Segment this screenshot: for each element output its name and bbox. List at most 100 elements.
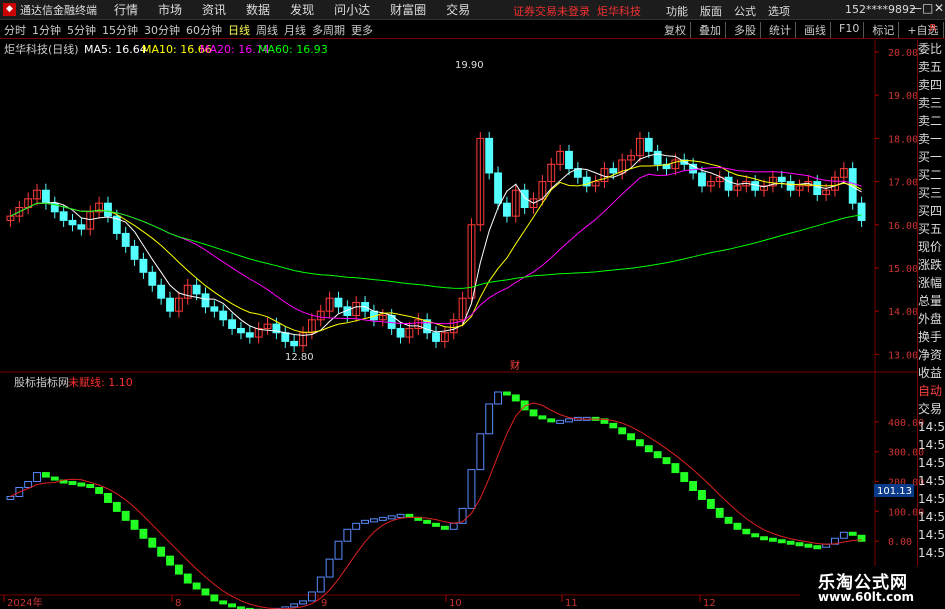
indicator-bar-up bbox=[316, 576, 325, 593]
indicator-bar-up bbox=[565, 418, 573, 423]
price-tick-label: 18.00 bbox=[888, 134, 918, 145]
indicator-bar-down bbox=[547, 418, 556, 423]
indicator-bar-down bbox=[183, 573, 192, 584]
candle-down bbox=[396, 327, 405, 338]
indicator-bar-up bbox=[352, 522, 361, 530]
indicator-bar-up bbox=[396, 513, 405, 518]
candle-down bbox=[502, 202, 511, 217]
x-axis-label: 11 bbox=[565, 598, 578, 609]
indicator-bar-down bbox=[698, 489, 706, 500]
candle-down bbox=[609, 168, 618, 174]
x-axis-label: 10 bbox=[449, 598, 462, 609]
indicator-line-label: 未赋线: 1.10 bbox=[68, 375, 133, 389]
side-panel-item: 14:56 bbox=[918, 528, 945, 542]
side-panel-item: 现价 bbox=[918, 240, 943, 254]
candle-down bbox=[432, 332, 440, 342]
indicator-bar-up bbox=[325, 558, 334, 578]
side-panel-item: 涨幅 bbox=[918, 276, 943, 290]
indicator-bar-down bbox=[95, 487, 104, 494]
indicator-bar-down bbox=[680, 472, 689, 483]
indicator-bar-up bbox=[361, 519, 370, 524]
indicator-bar-up bbox=[387, 515, 396, 520]
indicator-bar-down bbox=[653, 451, 662, 459]
candle-down bbox=[210, 306, 219, 312]
candle-down bbox=[724, 176, 733, 191]
watermark-url: www.60lt.com bbox=[818, 590, 915, 604]
price-tick-label: 20.00 bbox=[888, 48, 918, 59]
indicator-bar-up bbox=[485, 403, 494, 435]
side-panel-item: 14:56 bbox=[918, 510, 945, 524]
indicator-bar-down bbox=[804, 543, 813, 548]
indicator-bar-down bbox=[166, 555, 174, 566]
indicator-bar-down bbox=[751, 533, 760, 538]
side-panel-item: 卖一 bbox=[918, 132, 943, 146]
indicator-bar-down bbox=[742, 528, 751, 535]
high-price-label: 19.90 bbox=[455, 60, 484, 71]
indicator-bar-up bbox=[370, 518, 378, 523]
indicator-bar-down bbox=[86, 484, 95, 489]
indicator-bar-down bbox=[77, 482, 86, 487]
candle-down bbox=[237, 327, 245, 334]
indicator-bar-down bbox=[432, 522, 440, 527]
indicator-bar-down bbox=[635, 439, 644, 447]
indicator-bar-down bbox=[760, 536, 768, 541]
indicator-bar-down bbox=[192, 582, 201, 590]
indicator-title: 股标指标网 bbox=[14, 375, 69, 389]
indicator-bar-down bbox=[139, 528, 148, 539]
indicator-bar-up bbox=[449, 522, 458, 530]
indicator-bar-down bbox=[228, 603, 237, 608]
price-tick-label: 17.00 bbox=[888, 178, 918, 189]
candle-down bbox=[777, 176, 786, 183]
indicator-bar-down bbox=[104, 492, 112, 503]
indicator-bar-up bbox=[343, 528, 352, 542]
indicator-tick-label: 0.00 bbox=[888, 537, 912, 548]
ma-line-MA60 bbox=[10, 202, 862, 289]
side-panel-item: 14:56 bbox=[918, 474, 945, 488]
candle-down bbox=[139, 258, 148, 273]
indicator-bar-up bbox=[556, 419, 565, 424]
indicator-bar-down bbox=[733, 522, 742, 530]
indicator-bar-up bbox=[476, 433, 485, 471]
indicator-bar-down bbox=[848, 531, 857, 536]
indicator-bar-down bbox=[777, 539, 786, 544]
indicator-bar-down bbox=[662, 457, 671, 465]
side-panel-item: 涨跌 bbox=[918, 258, 943, 272]
side-panel-item: 14:56 bbox=[918, 546, 945, 560]
low-price-label: 12.80 bbox=[285, 352, 314, 363]
stock-chart[interactable]: 20.00 19.00 18.00 17.00 16.00 15.00 14.00 13.00… bbox=[0, 0, 945, 609]
candle-down bbox=[228, 319, 237, 329]
candle-down bbox=[41, 189, 50, 204]
candle-down bbox=[334, 297, 343, 308]
indicator-bar-down bbox=[502, 391, 511, 396]
candle-down bbox=[201, 293, 210, 308]
ma-line-MA20 bbox=[10, 166, 862, 325]
candle-down bbox=[494, 172, 502, 204]
candle-down bbox=[104, 202, 112, 217]
candle-down bbox=[813, 181, 822, 196]
side-panel-item: 14:56 bbox=[918, 456, 945, 470]
x-axis-label: 8 bbox=[175, 598, 181, 609]
indicator-bar-down bbox=[644, 445, 653, 453]
ma-line-MA5 bbox=[10, 153, 862, 336]
side-panel-item: 买四 bbox=[918, 204, 943, 218]
indicator-bar-up bbox=[307, 591, 316, 602]
side-panel-item: 净资 bbox=[918, 348, 943, 362]
candle-down bbox=[157, 284, 166, 299]
price-tick-label: 19.00 bbox=[888, 91, 918, 102]
candle-down bbox=[219, 310, 228, 321]
financial-marker: 财 bbox=[510, 359, 520, 372]
side-panel-item: 换手 bbox=[918, 330, 943, 344]
indicator-bar-down bbox=[795, 542, 804, 547]
candle-down bbox=[644, 137, 653, 152]
indicator-bar-down bbox=[112, 501, 121, 512]
indicator-bar-down bbox=[724, 516, 733, 524]
indicator-bar-down bbox=[219, 600, 228, 605]
side-panel-item: 收益 bbox=[918, 366, 943, 380]
candle-down bbox=[68, 219, 77, 226]
side-panel-item: 卖二 bbox=[918, 114, 943, 128]
indicator-bar-down bbox=[706, 498, 715, 509]
side-panel-item: 卖四 bbox=[918, 78, 943, 92]
indicator-bar-down bbox=[715, 507, 724, 518]
indicator-bar-up bbox=[6, 495, 15, 500]
indicator-bar-down bbox=[786, 540, 795, 545]
